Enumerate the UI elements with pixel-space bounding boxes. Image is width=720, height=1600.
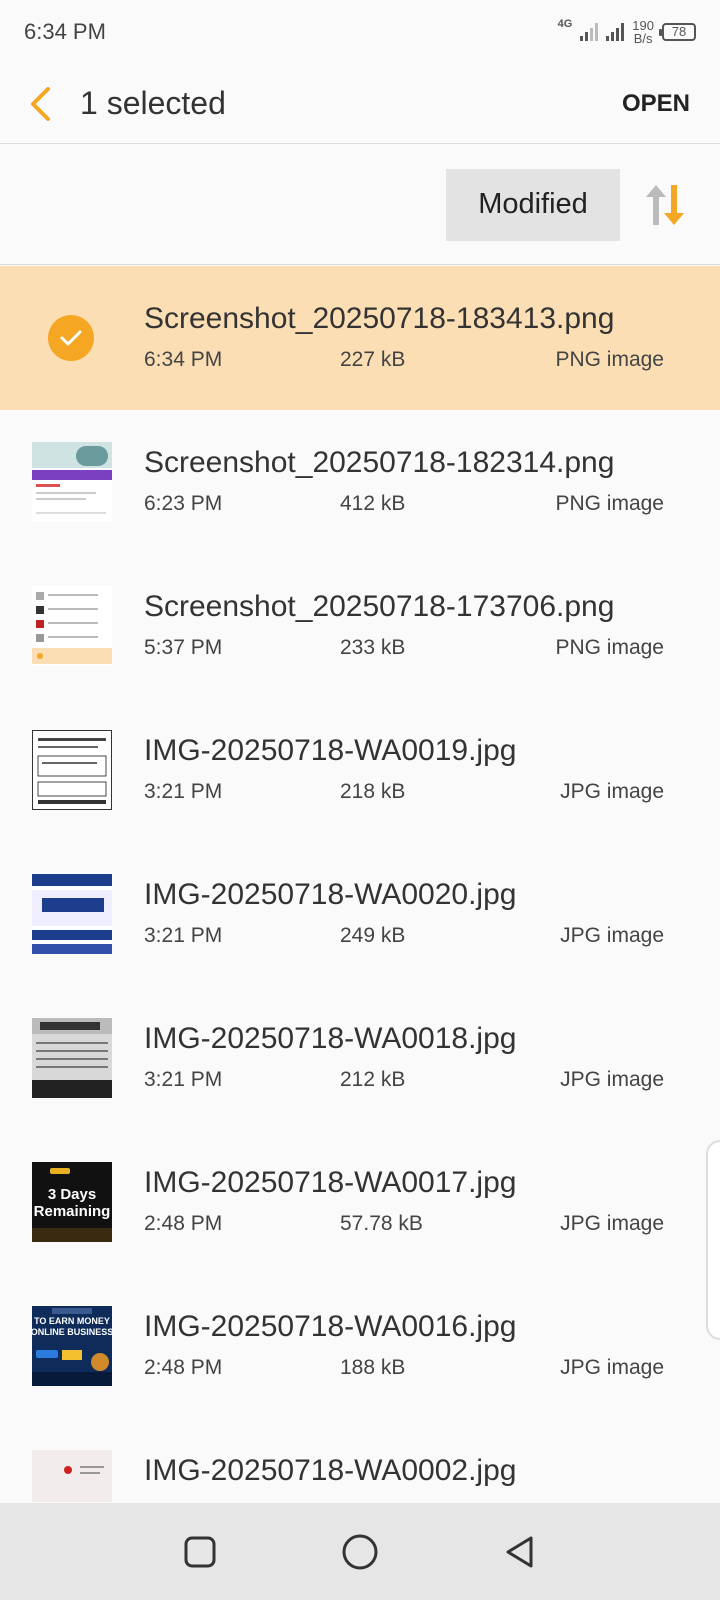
file-time: 6:34 PM: [144, 348, 223, 371]
network-type: 4G: [557, 18, 573, 30]
file-size: 188 kB: [340, 1356, 406, 1379]
page-title: 1 selected: [80, 85, 226, 121]
triangle-back-icon: [506, 1536, 533, 1567]
list-item[interactable]: IMG-20250718-WA0002.jpg: [0, 1418, 720, 1502]
sort-order-icon: [646, 184, 684, 225]
file-name: IMG-20250718-WA0002.jpg: [144, 1454, 517, 1487]
checkmark-icon[interactable]: [48, 315, 94, 361]
file-type: JPG image: [560, 924, 664, 947]
file-size: 218 kB: [340, 780, 406, 803]
file-name: IMG-20250718-WA0020.jpg: [144, 878, 517, 911]
file-type: PNG image: [555, 492, 664, 515]
file-name: Screenshot_20250718-173706.png: [144, 590, 615, 623]
open-button[interactable]: OPEN: [622, 90, 690, 118]
file-thumbnail: [32, 730, 112, 810]
file-thumbnail: [32, 874, 112, 954]
signal-icon: [580, 23, 599, 41]
sort-by-button[interactable]: Modified: [446, 168, 620, 241]
nav-back-button[interactable]: [490, 1522, 550, 1582]
thumbnail-caption: 3 Days Remaining: [33, 1186, 111, 1220]
list-item[interactable]: IMG-20250718-WA0019.jpg 3:21 PM 218 kB J…: [0, 698, 720, 842]
status-icons: 4G 190 B/s 78: [557, 18, 696, 45]
file-type: JPG image: [560, 780, 664, 803]
list-item[interactable]: TO EARN MONEY ONLINE BUSINESS IMG-202507…: [0, 1274, 720, 1418]
file-type: JPG image: [560, 1356, 664, 1379]
file-name: Screenshot_20250718-182314.png: [144, 446, 615, 479]
back-button[interactable]: [0, 64, 80, 144]
signal-icon: [606, 23, 625, 41]
home-button[interactable]: [330, 1522, 390, 1582]
speed-unit: B/s: [633, 31, 653, 46]
file-time: 6:23 PM: [144, 492, 223, 515]
sort-bar: Modified: [0, 145, 720, 265]
file-size: 249 kB: [340, 924, 406, 947]
list-item[interactable]: IMG-20250718-WA0020.jpg 3:21 PM 249 kB J…: [0, 842, 720, 986]
file-name: Screenshot_20250718-183413.png: [144, 302, 615, 335]
battery-icon: 78: [659, 23, 696, 41]
file-time: 3:21 PM: [144, 780, 223, 803]
file-thumbnail: [32, 586, 112, 666]
sort-order-button[interactable]: [640, 169, 690, 241]
navigation-bar: [0, 1503, 720, 1600]
file-thumbnail: [32, 442, 112, 522]
app-bar: 1 selected OPEN: [0, 64, 720, 144]
network-speed: 190 B/s: [632, 19, 654, 45]
file-thumbnail: [32, 1018, 112, 1098]
list-item[interactable]: Screenshot_20250718-183413.png 6:34 PM 2…: [0, 266, 720, 410]
file-name: IMG-20250718-WA0019.jpg: [144, 734, 517, 767]
file-thumbnail: TO EARN MONEY ONLINE BUSINESS: [32, 1306, 112, 1386]
circle-icon: [342, 1534, 378, 1569]
file-name: IMG-20250718-WA0018.jpg: [144, 1022, 517, 1055]
file-time: 3:21 PM: [144, 924, 223, 947]
file-size: 412 kB: [340, 492, 406, 515]
file-size: 227 kB: [340, 348, 406, 371]
file-size: 57.78 kB: [340, 1212, 423, 1235]
file-name: IMG-20250718-WA0016.jpg: [144, 1310, 517, 1343]
file-thumbnail: [32, 1450, 112, 1502]
file-type: JPG image: [560, 1212, 664, 1235]
file-time: 2:48 PM: [144, 1356, 223, 1379]
file-time: 3:21 PM: [144, 1068, 223, 1091]
file-type: JPG image: [560, 1068, 664, 1091]
file-size: 233 kB: [340, 636, 406, 659]
file-type: PNG image: [555, 348, 664, 371]
list-item[interactable]: Screenshot_20250718-182314.png 6:23 PM 4…: [0, 410, 720, 554]
file-list: Screenshot_20250718-183413.png 6:34 PM 2…: [0, 266, 720, 1502]
list-item[interactable]: IMG-20250718-WA0018.jpg 3:21 PM 212 kB J…: [0, 986, 720, 1130]
fast-scroll-handle[interactable]: [706, 1140, 720, 1340]
list-item[interactable]: 3 Days Remaining IMG-20250718-WA0017.jpg…: [0, 1130, 720, 1274]
status-bar: 6:34 PM 4G 190 B/s 78: [0, 0, 720, 64]
file-time: 5:37 PM: [144, 636, 223, 659]
status-time: 6:34 PM: [24, 19, 106, 44]
chevron-left-icon: [31, 86, 50, 121]
file-thumbnail: 3 Days Remaining: [32, 1162, 112, 1242]
thumbnail-caption: TO EARN MONEY ONLINE BUSINESS: [32, 1316, 112, 1337]
list-item[interactable]: Screenshot_20250718-173706.png 5:37 PM 2…: [0, 554, 720, 698]
square-icon: [184, 1536, 216, 1567]
recents-button[interactable]: [170, 1522, 230, 1582]
file-time: 2:48 PM: [144, 1212, 223, 1235]
file-type: PNG image: [555, 636, 664, 659]
file-name: IMG-20250718-WA0017.jpg: [144, 1166, 517, 1199]
file-size: 212 kB: [340, 1068, 406, 1091]
